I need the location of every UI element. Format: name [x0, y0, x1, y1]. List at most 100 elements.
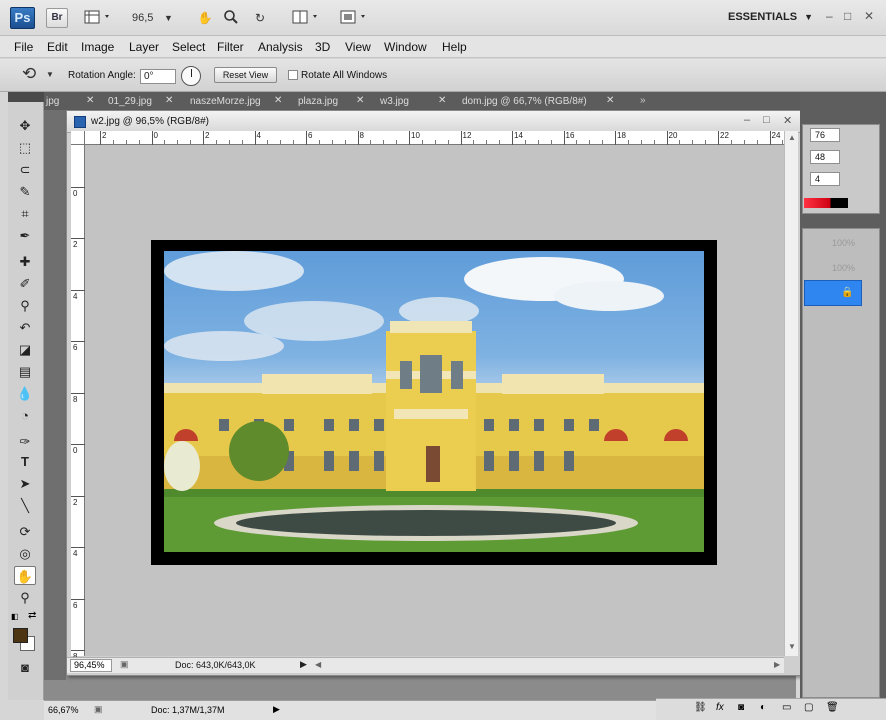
color-value-b[interactable]: 4	[810, 172, 840, 186]
quick-selection-tool-icon[interactable]: ✎	[14, 182, 36, 201]
menu-help[interactable]: Help	[442, 40, 467, 54]
vertical-ruler[interactable]: 0246802468	[71, 145, 85, 661]
menu-3d[interactable]: 3D	[315, 40, 330, 54]
status-menu-icon[interactable]: ▣	[120, 659, 129, 670]
pen-tool-icon[interactable]: ✑	[14, 432, 36, 451]
3d-rotate-tool-icon[interactable]: ⟳	[14, 522, 36, 541]
zoom-tool-icon[interactable]: ⚲	[14, 588, 36, 607]
move-tool-icon[interactable]: ✥	[14, 116, 36, 135]
zoom-level-dropdown[interactable]: 96,5 ▼	[132, 9, 178, 27]
rotate-all-windows-checkbox[interactable]	[288, 70, 298, 80]
rotation-dial[interactable]	[181, 66, 201, 86]
color-ramp[interactable]	[804, 198, 848, 208]
close-icon[interactable]: ✕	[783, 114, 792, 127]
layer-row-selected[interactable]: 🔒	[804, 280, 862, 306]
tab-document[interactable]: naszeMorze.jpg	[190, 96, 261, 107]
new-group-icon[interactable]: ▭	[782, 702, 791, 713]
link-layers-icon[interactable]: ⛓	[694, 702, 707, 713]
horizontal-ruler[interactable]: 2 0 2 4 6 8 10 12 14 16 18 20 22 24	[85, 131, 810, 145]
new-layer-icon[interactable]: ▢	[804, 702, 813, 713]
delete-layer-icon[interactable]: 🗑	[826, 702, 839, 713]
menu-image[interactable]: Image	[81, 40, 114, 54]
dodge-tool-icon[interactable]: ◔	[14, 406, 36, 425]
tools-panel-header[interactable]	[8, 92, 44, 102]
workspace-switcher[interactable]: ESSENTIALS ▼	[728, 11, 813, 23]
rotation-angle-input[interactable]: 0°	[140, 69, 176, 84]
launch-bridge-button[interactable]: Br	[46, 8, 68, 28]
color-value-r[interactable]: 76	[810, 128, 840, 142]
brush-tool-icon[interactable]: ✐	[14, 274, 36, 293]
path-selection-tool-icon[interactable]: ➤	[14, 474, 36, 493]
tab-document[interactable]: plaza.jpg	[298, 96, 338, 107]
shape-tool-icon[interactable]: ╲	[14, 496, 36, 515]
gradient-tool-icon[interactable]: ▤	[14, 362, 36, 381]
menu-file[interactable]: File	[14, 40, 33, 54]
menu-select[interactable]: Select	[172, 40, 205, 54]
menu-layer[interactable]: Layer	[129, 40, 159, 54]
menu-edit[interactable]: Edit	[47, 40, 68, 54]
screen-mode-icon[interactable]	[336, 8, 372, 28]
arrange-documents-icon[interactable]	[288, 8, 324, 28]
status-menu-icon[interactable]: ▣	[94, 704, 103, 715]
type-tool-icon[interactable]: T	[14, 452, 36, 471]
zoom-icon[interactable]	[220, 8, 242, 28]
tool-preset-picker[interactable]: ⟲ ▼	[20, 64, 56, 86]
main-zoom-field[interactable]: 66,67%	[48, 705, 79, 715]
document-title-bar[interactable]: w2.jpg @ 96,5% (RGB/8#) – □ ✕	[67, 111, 800, 133]
tab-document[interactable]: w3.jpg	[380, 96, 409, 107]
close-icon[interactable]: ✕	[438, 95, 446, 106]
status-expand-icon[interactable]: ▶	[273, 704, 280, 715]
healing-brush-tool-icon[interactable]: ✚	[14, 252, 36, 271]
close-icon[interactable]: ✕	[356, 95, 364, 106]
default-colors-icon[interactable]: ◧	[11, 612, 19, 621]
menu-view[interactable]: View	[345, 40, 371, 54]
clone-stamp-tool-icon[interactable]: ⚲	[14, 296, 36, 315]
hand-icon[interactable]: ✋	[194, 8, 216, 28]
menu-window[interactable]: Window	[384, 40, 427, 54]
layer-mask-icon[interactable]: ◙	[738, 702, 744, 713]
maximize-icon[interactable]: □	[844, 9, 851, 23]
history-brush-tool-icon[interactable]: ↶	[14, 318, 36, 337]
marquee-tool-icon[interactable]: ⬚	[14, 138, 36, 157]
close-icon[interactable]: ✕	[274, 95, 282, 106]
fill-value[interactable]: 100%	[832, 263, 855, 273]
layer-style-icon[interactable]: fx	[716, 702, 724, 713]
adjustment-layer-icon[interactable]: ◐	[760, 702, 766, 713]
close-icon[interactable]: ✕	[864, 9, 874, 23]
scroll-left-icon[interactable]: ◀	[315, 660, 321, 669]
color-value-g[interactable]: 48	[810, 150, 840, 164]
view-extras-icon[interactable]	[80, 8, 116, 28]
menu-filter[interactable]: Filter	[217, 40, 244, 54]
close-icon[interactable]: ✕	[165, 95, 173, 106]
minimize-icon[interactable]: –	[744, 114, 750, 126]
eyedropper-tool-icon[interactable]: ✒	[14, 226, 36, 245]
ruler-corner[interactable]	[71, 131, 85, 145]
tab-document[interactable]: dom.jpg @ 66,7% (RGB/8#)	[462, 96, 587, 107]
reset-view-button[interactable]: Reset View	[214, 67, 277, 83]
opacity-value[interactable]: 100%	[832, 238, 855, 248]
scroll-up-icon[interactable]: ▲	[788, 133, 796, 142]
document-zoom-field[interactable]: 96,45%	[70, 659, 112, 672]
tab-overflow-icon[interactable]: »	[640, 95, 646, 106]
tab-document[interactable]: jpg	[46, 96, 59, 107]
close-icon[interactable]: ✕	[606, 95, 614, 106]
maximize-icon[interactable]: □	[763, 114, 770, 126]
swap-colors-icon[interactable]: ⇄	[28, 610, 36, 621]
foreground-color-swatch[interactable]	[13, 628, 28, 643]
3d-orbit-tool-icon[interactable]: ◎	[14, 544, 36, 563]
lasso-tool-icon[interactable]: ⊂	[14, 160, 36, 179]
close-icon[interactable]: ✕	[86, 95, 94, 106]
status-expand-icon[interactable]: ▶	[300, 659, 307, 670]
blur-tool-icon[interactable]: 💧	[14, 384, 36, 403]
vertical-scrollbar[interactable]: ▲ ▼	[784, 131, 798, 656]
scroll-down-icon[interactable]: ▼	[788, 642, 796, 651]
rotate-view-icon[interactable]: ↻	[248, 8, 272, 28]
minimize-icon[interactable]: –	[826, 9, 833, 23]
eraser-tool-icon[interactable]: ◪	[14, 340, 36, 359]
palace-photo[interactable]	[164, 251, 704, 552]
menu-analysis[interactable]: Analysis	[258, 40, 303, 54]
tab-document[interactable]: 01_29.jpg	[108, 96, 152, 107]
rotate-view-tool-icon[interactable]: ✋	[14, 566, 36, 585]
scroll-right-icon[interactable]: ▶	[774, 660, 780, 669]
quick-mask-icon[interactable]: ◙	[14, 658, 36, 677]
